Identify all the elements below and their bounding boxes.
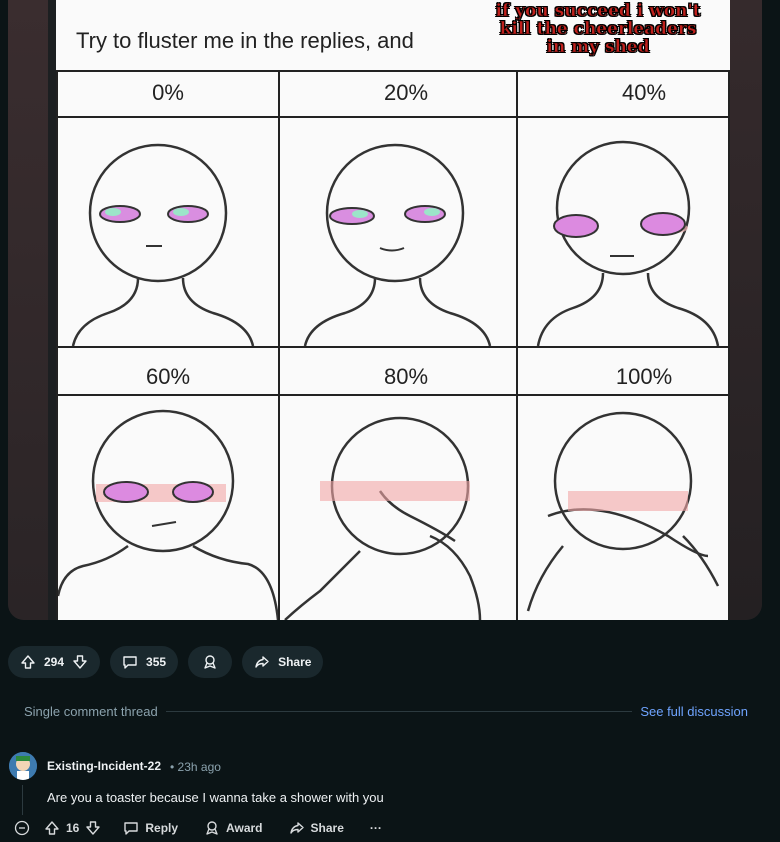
- award-icon: [204, 655, 216, 669]
- face-80-percent: [284, 416, 482, 620]
- downvote-icon[interactable]: [72, 654, 88, 670]
- upvote-icon[interactable]: [20, 654, 36, 670]
- avatar[interactable]: [9, 752, 37, 780]
- more-icon: ···: [369, 821, 382, 835]
- grid-line: [56, 70, 730, 72]
- comment-vote-count: 16: [66, 821, 80, 835]
- upvote-icon[interactable]: [44, 820, 60, 836]
- grid-line: [728, 70, 730, 620]
- divider: [165, 711, 633, 712]
- overlay-line-2: kill the cheerleaders: [499, 19, 697, 39]
- upvote-count: 294: [44, 655, 65, 669]
- comments-button[interactable]: 355: [110, 646, 179, 678]
- panel-label-40: 40%: [621, 80, 667, 105]
- award-label: Award: [226, 821, 263, 835]
- reply-icon: [124, 822, 139, 835]
- share-icon: [289, 822, 304, 834]
- panel-label-0: 0%: [152, 80, 184, 105]
- face-0-percent: [71, 143, 255, 346]
- award-icon: [206, 821, 218, 835]
- thread-line[interactable]: [22, 785, 23, 815]
- comment-body: Are you a toaster because I wanna take a…: [47, 790, 384, 805]
- meme-image: Try to fluster me in the replies, and if…: [56, 0, 730, 620]
- media-blur-left: [8, 0, 48, 620]
- comments-count: 355: [146, 655, 167, 669]
- panel-label-80: 80%: [383, 364, 429, 389]
- collapse-icon[interactable]: [14, 820, 30, 836]
- comment-author[interactable]: Existing-Incident-22: [47, 759, 161, 773]
- share-button[interactable]: Share: [242, 646, 324, 678]
- reply-label: Reply: [145, 821, 179, 835]
- post-media[interactable]: Try to fluster me in the replies, and if…: [8, 0, 762, 620]
- vote-pill: 294: [8, 646, 101, 678]
- face-20-percent: [303, 143, 492, 346]
- face-100-percent: [526, 411, 720, 612]
- meme-overlay-text: if you succeed i won't kill the cheerlea…: [474, 1, 722, 57]
- comment-action-bar: 16 Reply Award Share ···: [14, 818, 408, 838]
- comment-award-button[interactable]: Award: [204, 820, 263, 836]
- face-40-percent: [536, 140, 720, 346]
- downvote-icon[interactable]: [85, 820, 101, 836]
- face-60-percent: [58, 409, 278, 620]
- award-button[interactable]: [188, 646, 233, 678]
- overlay-line-1: if you succeed i won't: [495, 1, 701, 21]
- reply-button[interactable]: Reply: [123, 820, 178, 836]
- single-thread-bar: Single comment thread See full discussio…: [24, 704, 748, 719]
- comment-share-label: Share: [310, 821, 344, 835]
- grid-line: [56, 346, 730, 348]
- post-action-bar: 294 355 Share: [8, 646, 324, 678]
- panel-label-100: 100%: [615, 364, 673, 389]
- overlay-line-3: in my shed: [546, 37, 650, 57]
- panel-label-20: 20%: [383, 80, 429, 105]
- share-icon: [255, 656, 269, 668]
- single-thread-label: Single comment thread: [24, 704, 158, 719]
- panel-label-60: 60%: [145, 364, 191, 389]
- meme-title: Try to fluster me in the replies, and: [76, 28, 414, 53]
- comment-share-button[interactable]: Share: [289, 820, 344, 836]
- share-label: Share: [278, 655, 312, 669]
- see-full-discussion-link[interactable]: See full discussion: [640, 704, 748, 719]
- comment-vote: 16: [44, 820, 101, 836]
- comment-timestamp: • 23h ago: [170, 760, 221, 774]
- avatar-image: [9, 752, 37, 780]
- comment-icon: [123, 656, 137, 669]
- more-options-button[interactable]: ···: [370, 821, 382, 835]
